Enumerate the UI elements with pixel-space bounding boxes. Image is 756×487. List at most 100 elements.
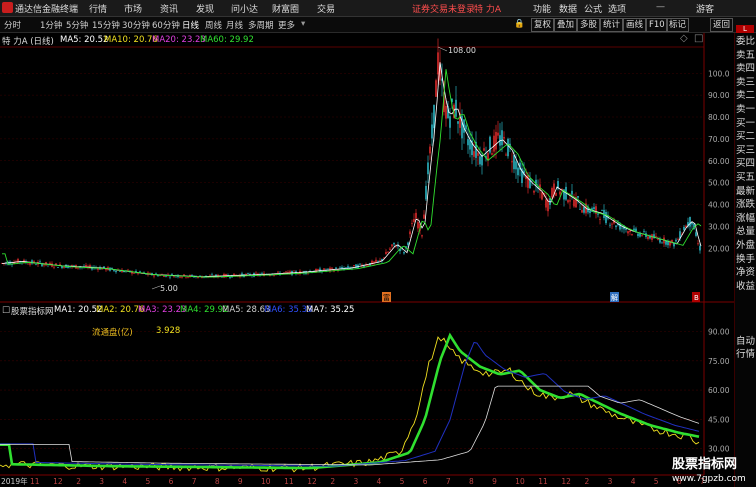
candle-body	[153, 275, 155, 277]
candle-body	[615, 225, 617, 228]
x-tick: 10	[515, 477, 525, 486]
x-tick: 7	[446, 477, 451, 486]
quote-field-10[interactable]: 买五	[736, 172, 756, 184]
quote-field-15[interactable]: 外盘	[736, 240, 756, 252]
candle-body	[377, 260, 379, 262]
candle-body	[379, 260, 381, 262]
candle-body	[413, 219, 415, 223]
candle-body	[697, 243, 699, 245]
quote-field-1[interactable]: 卖五	[736, 50, 756, 62]
kline-chart[interactable]: 100.0 90.00 80.00 70.00 60.00 50.00 40.00 30.00…	[0, 0, 756, 487]
candle-body	[97, 268, 99, 270]
quote-field-5[interactable]: 卖一	[736, 104, 756, 116]
candle-body	[169, 276, 171, 278]
candle-body	[17, 259, 19, 264]
quote-field-18[interactable]: 收益	[736, 281, 756, 293]
quote-field-7[interactable]: 买二	[736, 131, 756, 143]
candle-body	[57, 267, 59, 268]
sub-y-tick: 75.00	[708, 357, 730, 366]
candle-body	[655, 236, 657, 238]
main-ma5-line	[1, 62, 702, 278]
x-tick: 12	[53, 477, 63, 486]
candle-body	[433, 104, 435, 129]
candle-body	[353, 265, 355, 266]
candle-body	[155, 273, 157, 275]
candle-body	[391, 244, 393, 247]
candle-body	[479, 156, 481, 165]
candle-body	[55, 263, 57, 265]
quote-tab[interactable]: 行情	[736, 349, 756, 361]
candle-body	[517, 167, 519, 176]
candle-body	[569, 200, 571, 202]
quote-field-9[interactable]: 买四	[736, 158, 756, 170]
candle-body	[211, 274, 213, 276]
candle-body	[699, 246, 701, 251]
candle-body	[683, 226, 685, 231]
candle-body	[483, 148, 485, 151]
candle-body	[541, 192, 543, 200]
candle-body	[409, 231, 411, 235]
quote-field-6[interactable]: 买一	[736, 118, 756, 130]
candle-body	[427, 162, 429, 175]
watermark-url: www.7gpzb.com	[672, 474, 746, 484]
candle-body	[389, 248, 391, 250]
quote-field-12[interactable]: 涨跌	[736, 199, 756, 211]
high-pointer	[437, 46, 448, 52]
quote-field-4[interactable]: 卖二	[736, 90, 756, 102]
quote-field-16[interactable]: 换手	[736, 254, 756, 266]
candle-body	[633, 228, 635, 231]
quote-field-0[interactable]: 委比	[736, 36, 756, 48]
x-tick: 12	[307, 477, 317, 486]
candle-body	[327, 268, 329, 270]
candle-body	[247, 273, 249, 274]
sub-y-tick: 60.00	[708, 386, 730, 395]
top-right-badge: L	[736, 25, 754, 33]
candle-body	[431, 124, 433, 139]
candle-body	[559, 191, 561, 195]
main-y-tick: 60.00	[708, 157, 730, 166]
auto-tab[interactable]: 自动	[736, 336, 756, 348]
candle-body	[503, 136, 505, 139]
candle-body	[29, 262, 31, 265]
x-tick: 4	[631, 477, 636, 486]
main-y-tick: 30.00	[708, 222, 730, 231]
low-pointer	[151, 285, 161, 290]
candle-body	[533, 190, 535, 193]
quote-field-3[interactable]: 卖三	[736, 77, 756, 89]
sub-y-tick: 45.00	[708, 415, 730, 424]
quote-field-13[interactable]: 涨幅	[736, 213, 756, 225]
candle-body	[261, 273, 263, 274]
quote-field-11[interactable]: 最新	[736, 186, 756, 198]
candle-body	[493, 135, 495, 152]
candle-body	[629, 230, 631, 232]
candle-body	[609, 224, 611, 226]
candle-body	[571, 190, 573, 195]
x-tick: 3	[353, 477, 358, 486]
candle-body	[43, 264, 45, 266]
event-marker-left-label: 富	[383, 293, 390, 302]
candle-body	[597, 213, 599, 215]
candle-body	[551, 188, 553, 198]
event-marker-right-label: B	[694, 294, 699, 302]
candle-body	[273, 275, 275, 276]
x-tick: 5	[400, 477, 405, 486]
x-tick: 12	[561, 477, 571, 486]
candle-body	[621, 227, 623, 229]
candle-body	[637, 233, 639, 237]
candlesticks[interactable]	[1, 38, 701, 280]
candle-body	[335, 267, 337, 269]
quote-field-2[interactable]: 卖四	[736, 63, 756, 75]
candle-body	[513, 155, 515, 170]
sub-y-axis: 90.0075.0060.0045.0030.00	[708, 328, 730, 454]
x-tick: 11	[30, 477, 40, 486]
quote-field-8[interactable]: 买三	[736, 145, 756, 157]
main-y-tick: 100.0	[708, 69, 730, 78]
candle-body	[53, 266, 55, 268]
quote-field-17[interactable]: 净资	[736, 267, 756, 279]
candle-body	[457, 121, 459, 124]
watermark: 股票指标网 www.7gpzb.com	[672, 453, 756, 487]
low-price-label: 5.00	[160, 284, 178, 293]
quote-field-14[interactable]: 总量	[736, 226, 756, 238]
candle-body	[255, 272, 257, 274]
main-y-tick: 70.00	[708, 135, 730, 144]
